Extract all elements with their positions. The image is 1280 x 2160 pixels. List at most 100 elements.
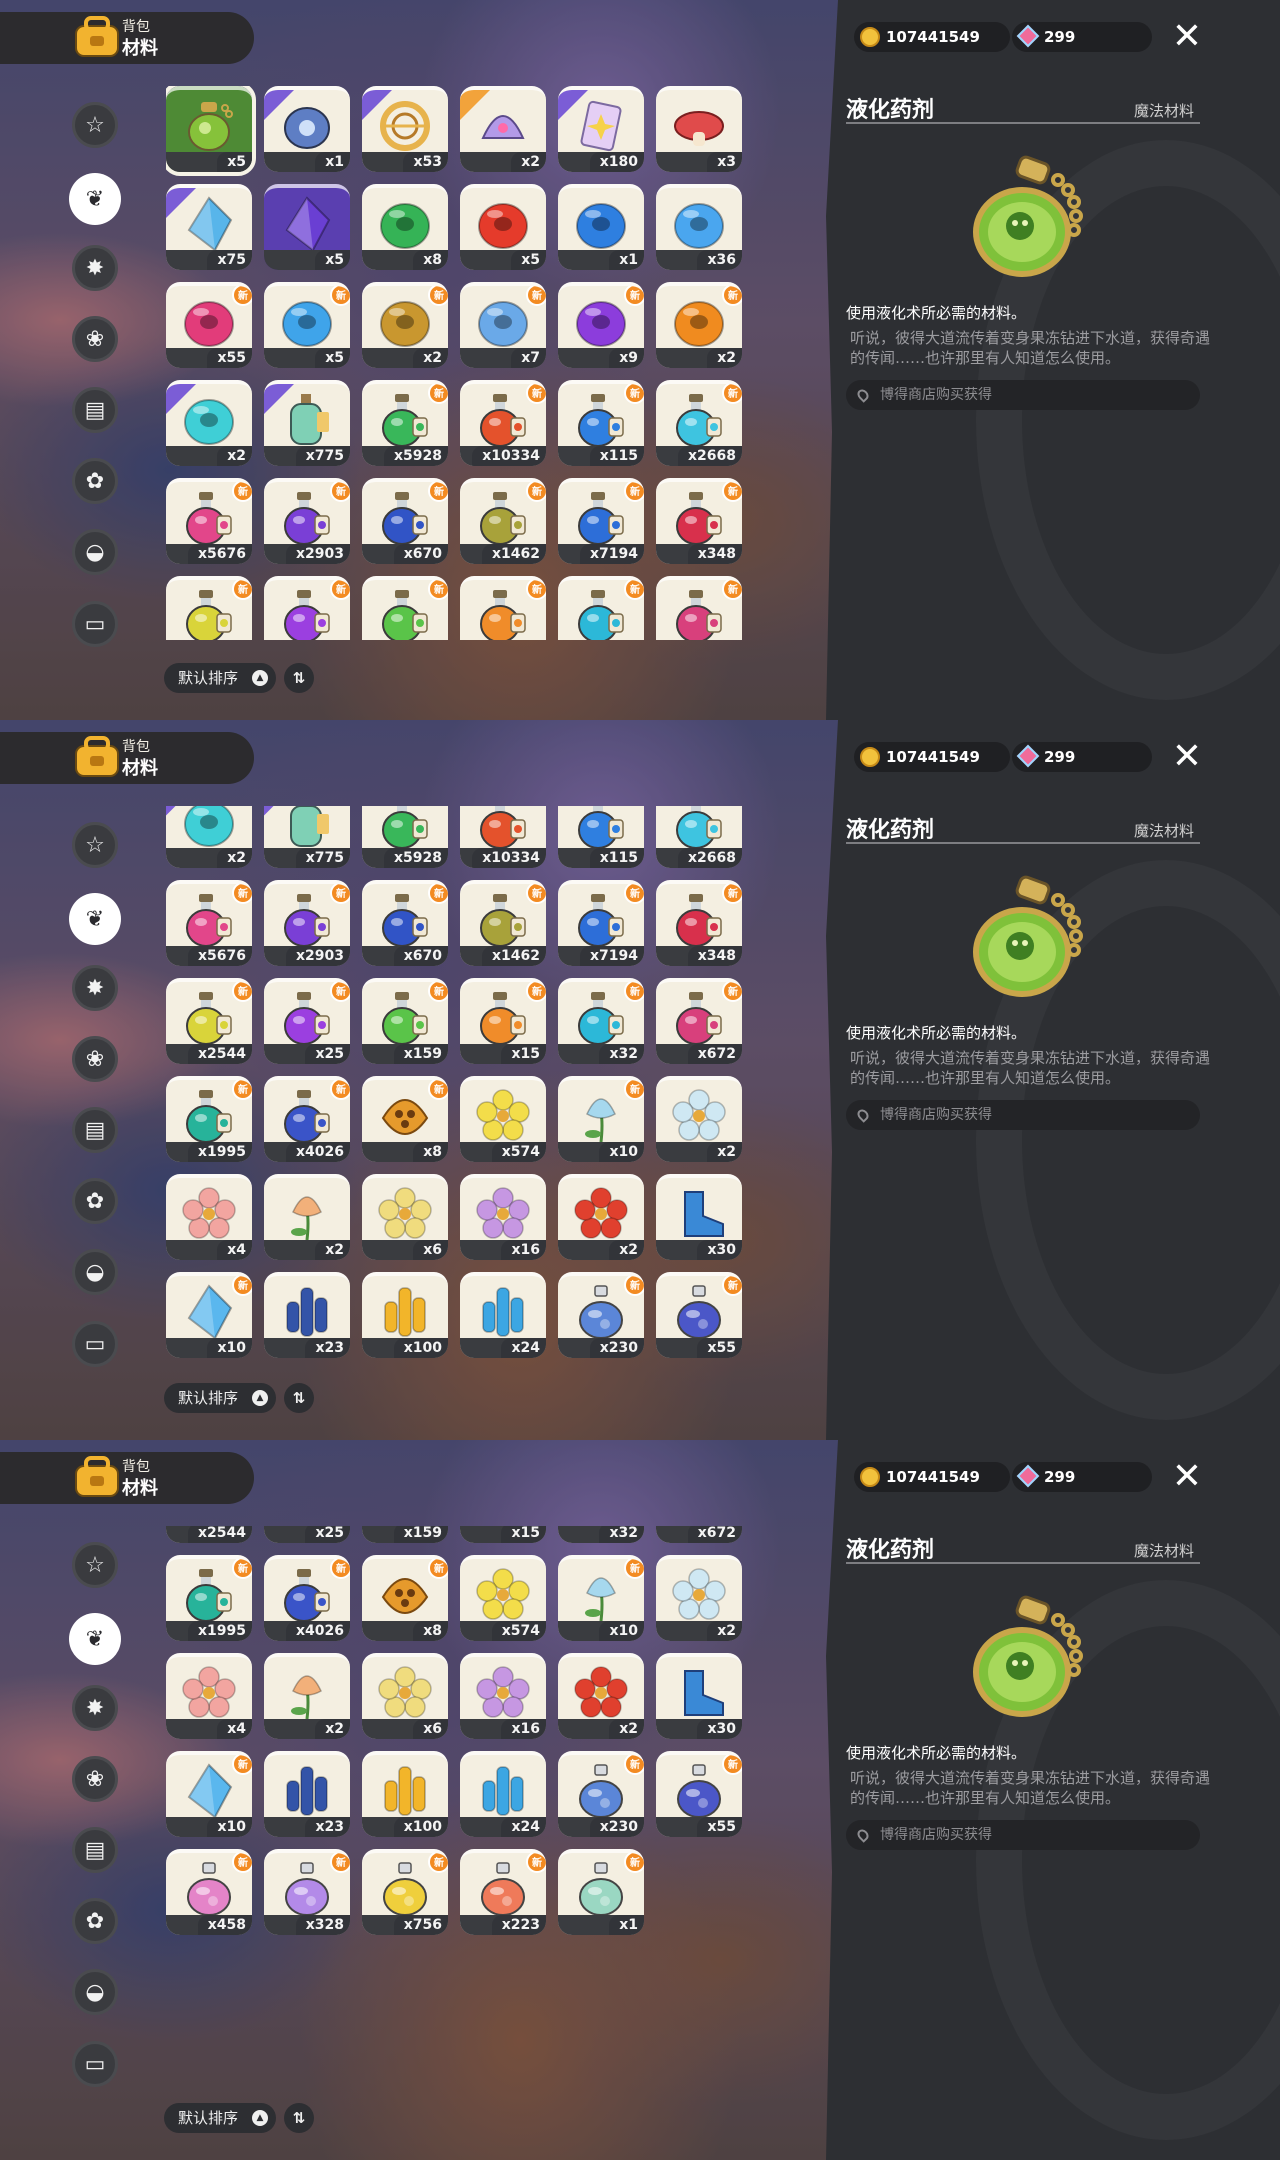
item-slot-red-flask[interactable]: x10334 新 <box>460 380 546 466</box>
item-slot-pink-rose[interactable]: x4 <box>166 1173 252 1260</box>
item-slot-teal-donut[interactable]: x2 <box>166 806 252 868</box>
category-tab-acorn[interactable]: ◒ <box>72 1249 118 1295</box>
item-slot-orange-flask[interactable]: x15 新 <box>460 977 546 1064</box>
item-slot-yellow-flower[interactable]: x574 <box>460 1075 546 1162</box>
item-slot-cyan-donut[interactable]: x5 新 <box>264 282 350 368</box>
category-tab-book[interactable]: ▤ <box>72 1827 118 1873</box>
item-slot-blue-coral[interactable]: x23 <box>264 1271 350 1358</box>
sort-dropdown[interactable]: 默认排序 ▲ <box>164 2103 276 2133</box>
sort-order-button[interactable]: ⇅ <box>284 663 314 693</box>
item-slot-pink-rose[interactable]: x4 <box>166 1653 252 1740</box>
item-slot-violet-flask[interactable]: x25 新 <box>264 1526 350 1544</box>
item-slot-orange-flask[interactable]: x15 新 <box>460 1526 546 1544</box>
item-slot-green-flask[interactable]: x5928 新 <box>362 380 448 466</box>
item-slot-gold-ring[interactable]: x53 <box>362 86 448 172</box>
item-slot-lavender-potion[interactable]: x328 新 <box>264 1849 350 1936</box>
item-slot-yellow-flower[interactable]: x574 <box>460 1555 546 1642</box>
item-slot-lime-flask[interactable]: x159 新 <box>362 1526 448 1544</box>
item-slot-amber-crystal[interactable]: x100 <box>362 1271 448 1358</box>
item-slot-olive-flask[interactable]: x1462 新 <box>460 478 546 564</box>
item-slot-indigo-potion[interactable]: x55 新 <box>656 1751 742 1838</box>
item-slot-purple-flask[interactable]: x2903 新 <box>264 879 350 966</box>
item-slot-tag-bottle[interactable]: x775 <box>264 380 350 466</box>
item-slot-bell-flower[interactable]: x10 新 <box>558 1555 644 1642</box>
item-slot-yellow-flask[interactable]: x2544 新 <box>166 1526 252 1544</box>
item-slot-red-flask[interactable]: x10334 新 <box>460 806 546 868</box>
category-tab-flower[interactable]: ✿ <box>72 458 118 504</box>
category-tab-sofa[interactable]: ▭ <box>72 601 118 647</box>
item-grid[interactable]: x2 x775 x5928 新 x10334 新 x115 新 <box>166 806 754 1360</box>
item-slot-bell-flower[interactable]: x10 新 <box>558 1075 644 1162</box>
item-slot-yellow-flask[interactable]: x2544 新 <box>166 977 252 1064</box>
item-slot-blue-coral[interactable]: x23 <box>264 1751 350 1838</box>
category-tab-leaf[interactable]: ❦ <box>69 893 121 945</box>
item-slot-red-blossom[interactable]: x2 <box>558 1653 644 1740</box>
item-slot-cyan-flask[interactable]: x32 新 <box>558 977 644 1064</box>
item-slot-honeycomb[interactable]: x8 新 <box>362 1075 448 1162</box>
item-slot-blue-boot[interactable]: x30 <box>656 1173 742 1260</box>
category-tab-flower[interactable]: ✿ <box>72 1898 118 1944</box>
item-source[interactable]: 博得商店购买获得 <box>846 380 1200 410</box>
item-slot-ice-shard[interactable]: x10 新 <box>166 1751 252 1838</box>
category-tab-bud[interactable]: ❀ <box>72 316 118 362</box>
item-slot-cyan-flask[interactable]: x32 新 <box>558 1526 644 1544</box>
item-slot-indigo-flask[interactable]: x4026 新 <box>264 1555 350 1642</box>
item-slot-magenta-flask[interactable]: x672 新 <box>656 977 742 1064</box>
item-slot-coral-potion[interactable]: x223 新 <box>460 1849 546 1936</box>
item-slot-purple-blossom[interactable]: x16 <box>460 1173 546 1260</box>
item-slot-blue-stone[interactable]: x1 <box>264 86 350 172</box>
item-slot-red-mushroom[interactable]: x3 <box>656 86 742 172</box>
item-slot-blue-boot[interactable]: x30 <box>656 1653 742 1740</box>
item-slot-amber-crystal[interactable]: x100 <box>362 1751 448 1838</box>
item-grid[interactable]: x5 x1 x53 x2 x180 x3 x75 x5 x8 x5 x1 x36… <box>166 86 754 640</box>
item-slot-blue-donut[interactable]: x1 <box>558 184 644 270</box>
item-slot-orange-flask[interactable]: x15 新 <box>460 576 546 640</box>
item-slot-orange-donut[interactable]: x2 新 <box>656 282 742 368</box>
item-slot-blue-flask[interactable]: x115 新 <box>558 806 644 868</box>
item-slot-yellow-potion[interactable]: x756 新 <box>362 1849 448 1936</box>
item-slot-tag-bottle[interactable]: x775 <box>264 806 350 868</box>
item-slot-aqua-crystal[interactable]: x24 <box>460 1271 546 1358</box>
category-tab-bud[interactable]: ❀ <box>72 1036 118 1082</box>
item-slot-ice-crystal[interactable]: x75 <box>166 184 252 270</box>
item-slot-sky-donut[interactable]: x36 <box>656 184 742 270</box>
item-slot-star-lily[interactable]: x6 <box>362 1653 448 1740</box>
item-slot-red-blossom[interactable]: x2 <box>558 1173 644 1260</box>
category-tab-star[interactable]: ☆ <box>72 822 118 868</box>
item-slot-white-lily[interactable]: x2 <box>656 1555 742 1642</box>
item-slot-violet-donut[interactable]: x9 新 <box>558 282 644 368</box>
sort-dropdown[interactable]: 默认排序 ▲ <box>164 663 276 693</box>
item-source[interactable]: 博得商店购买获得 <box>846 1100 1200 1130</box>
item-source[interactable]: 博得商店购买获得 <box>846 1820 1200 1850</box>
item-slot-purple-crystal[interactable]: x5 <box>264 184 350 270</box>
item-slot-liquefy-potion[interactable]: x5 <box>166 86 256 176</box>
item-slot-cyan-flask[interactable]: x32 新 <box>558 576 644 640</box>
category-tab-sparkle[interactable]: ✸ <box>72 245 118 291</box>
item-slot-indigo-flask[interactable]: x4026 新 <box>264 1075 350 1162</box>
item-slot-lime-flask[interactable]: x159 新 <box>362 576 448 640</box>
category-tab-sparkle[interactable]: ✸ <box>72 965 118 1011</box>
item-slot-honeycomb[interactable]: x8 新 <box>362 1555 448 1642</box>
item-slot-crimson-flask[interactable]: x348 新 <box>656 478 742 564</box>
item-slot-navy-flask[interactable]: x670 新 <box>362 879 448 966</box>
item-slot-rainbow-potion[interactable]: x1 新 <box>558 1849 644 1936</box>
category-tab-sofa[interactable]: ▭ <box>72 2041 118 2087</box>
item-slot-indigo-potion[interactable]: x55 新 <box>656 1271 742 1358</box>
item-slot-teal-flask[interactable]: x1995 新 <box>166 1555 252 1642</box>
item-slot-magenta-flask[interactable]: x672 新 <box>656 576 742 640</box>
item-slot-green-flask[interactable]: x5928 新 <box>362 806 448 868</box>
category-tab-acorn[interactable]: ◒ <box>72 1969 118 2015</box>
close-button[interactable]: ✕ <box>1168 18 1206 56</box>
item-slot-ice-shard[interactable]: x10 新 <box>166 1271 252 1358</box>
category-tab-flower[interactable]: ✿ <box>72 1178 118 1224</box>
item-slot-green-donut[interactable]: x8 <box>362 184 448 270</box>
item-slot-aqua-crystal[interactable]: x24 <box>460 1751 546 1838</box>
item-slot-trumpet-flower[interactable]: x2 <box>264 1653 350 1740</box>
category-tab-acorn[interactable]: ◒ <box>72 529 118 575</box>
item-slot-violet-flask[interactable]: x25 新 <box>264 977 350 1064</box>
close-button[interactable]: ✕ <box>1168 1458 1206 1496</box>
category-tab-star[interactable]: ☆ <box>72 1542 118 1588</box>
item-slot-star-potion[interactable]: x230 新 <box>558 1751 644 1838</box>
sort-order-button[interactable]: ⇅ <box>284 1383 314 1413</box>
item-slot-trumpet-flower[interactable]: x2 <box>264 1173 350 1260</box>
